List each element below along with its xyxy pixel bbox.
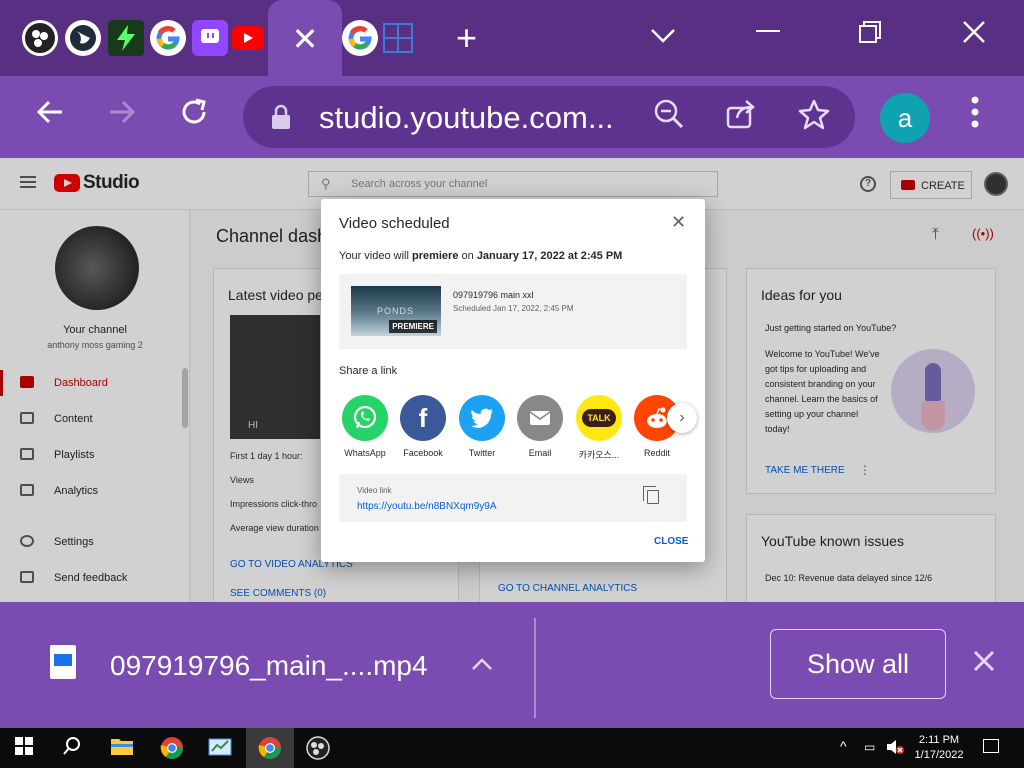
address-bar[interactable]: studio.youtube.com... [243, 86, 855, 148]
close-button[interactable]: CLOSE [654, 536, 688, 547]
share-whatsapp[interactable]: WhatsApp [340, 395, 390, 458]
clock-date: 1/17/2022 [914, 749, 964, 761]
thumbnail-watermark: PONDS [377, 306, 415, 316]
forward-icon[interactable] [106, 96, 138, 134]
share-kakaostory[interactable]: TALK 카카오스... [574, 395, 624, 461]
download-shelf: 097919796_main_....mp4 Show all [0, 602, 1024, 728]
tab-search-chevron-icon[interactable] [650, 20, 676, 50]
active-tab[interactable]: ✕ [268, 0, 342, 78]
share-twitter[interactable]: Twitter [457, 395, 507, 458]
chevron-up-icon[interactable]: ^ [840, 738, 847, 754]
video-file-icon[interactable] [50, 645, 76, 679]
restore-icon[interactable] [858, 20, 882, 50]
share-name: Facebook [403, 448, 443, 458]
video-schedule: Scheduled Jan 17, 2022, 2:45 PM [453, 304, 574, 313]
dialog-title: Video scheduled [339, 215, 450, 232]
kebab-icon[interactable] [968, 96, 982, 128]
copy-icon[interactable] [643, 486, 659, 504]
download-file-name[interactable]: 097919796_main_....mp4 [110, 650, 428, 682]
bolt-icon[interactable] [108, 20, 144, 56]
share-name: 카카오스... [578, 450, 620, 460]
video-summary: PONDS PREMIERE 097919796 main xxl Schedu… [339, 274, 687, 349]
profile-avatar[interactable]: a [880, 93, 930, 143]
premiere-badge: PREMIERE [389, 320, 437, 333]
facebook-icon: f [400, 395, 446, 441]
reload-icon[interactable] [178, 96, 210, 134]
share-next-chevron-icon[interactable]: › [667, 403, 697, 433]
share-name: Email [528, 448, 552, 458]
google-icon[interactable] [150, 20, 186, 56]
share-email[interactable]: Email [515, 395, 565, 458]
globe-icon[interactable] [65, 20, 101, 56]
share-facebook[interactable]: f Facebook [398, 395, 448, 458]
grid-icon[interactable] [380, 20, 416, 56]
app-chart-icon[interactable] [208, 736, 232, 760]
video-link-box: Video link https://youtu.be/n8BNXqm9y9A [339, 474, 687, 522]
video-title: 097919796 main xxl [453, 290, 534, 300]
file-explorer-icon[interactable] [110, 736, 134, 760]
twitter-icon [459, 395, 505, 441]
email-icon [517, 395, 563, 441]
zoom-out-icon[interactable] [653, 98, 685, 138]
google-icon[interactable] [342, 20, 378, 56]
tab-strip: ✕ + [0, 0, 1024, 78]
windows-taskbar: ^ ▭ 2:11 PM 1/17/2022 [0, 728, 1024, 768]
back-icon[interactable] [34, 96, 66, 134]
msg-prefix: Your video will [339, 250, 412, 262]
video-thumbnail: PONDS PREMIERE [351, 286, 441, 336]
kakao-badge: TALK [582, 409, 616, 427]
schedule-message: Your video will premiere on January 17, … [339, 250, 622, 262]
youtube-icon[interactable] [232, 26, 264, 50]
video-scheduled-dialog: Video scheduled ✕ Your video will premie… [321, 199, 705, 562]
kakaotalk-icon: TALK [576, 395, 622, 441]
new-tab-icon[interactable]: + [456, 20, 477, 56]
chrome-icon[interactable] [258, 736, 282, 760]
obs-icon[interactable] [306, 736, 330, 760]
dialog-close-icon[interactable]: ✕ [671, 213, 686, 231]
windows-start-icon[interactable] [14, 736, 38, 760]
obs-icon[interactable] [22, 20, 58, 56]
tab-close-icon[interactable]: ✕ [292, 23, 319, 55]
volume-muted-icon[interactable] [886, 739, 904, 758]
share-name: Twitter [468, 448, 496, 458]
share-name: Reddit [643, 448, 670, 458]
clock-time: 2:11 PM [918, 734, 960, 746]
msg-premiere: premiere [411, 250, 459, 262]
clock[interactable]: 2:11 PM 1/17/2022 [912, 733, 966, 763]
share-icon[interactable] [725, 98, 759, 138]
share-link-label: Share a link [339, 365, 398, 377]
video-link-url[interactable]: https://youtu.be/n8BNXqm9y9A [357, 501, 497, 512]
whatsapp-icon [342, 395, 388, 441]
show-all-button[interactable]: Show all [770, 629, 946, 699]
twitch-icon[interactable] [192, 20, 228, 56]
chrome-icon[interactable] [160, 736, 184, 760]
lock-icon[interactable] [271, 104, 291, 130]
chevron-up-icon[interactable] [470, 652, 494, 676]
minimize-icon[interactable] [756, 30, 780, 32]
shelf-close-icon[interactable] [972, 646, 996, 678]
url-text[interactable]: studio.youtube.com... [319, 100, 614, 136]
msg-mid: on [458, 250, 477, 262]
network-icon[interactable]: ▭ [864, 740, 875, 754]
video-link-label: Video link [357, 486, 392, 495]
shelf-divider [534, 618, 536, 718]
msg-datetime: January 17, 2022 at 2:45 PM [476, 250, 623, 262]
window-close-icon[interactable] [962, 20, 986, 50]
star-icon[interactable] [797, 98, 831, 138]
notification-icon[interactable] [983, 739, 999, 753]
share-name: WhatsApp [344, 448, 386, 458]
search-icon[interactable] [62, 736, 86, 760]
